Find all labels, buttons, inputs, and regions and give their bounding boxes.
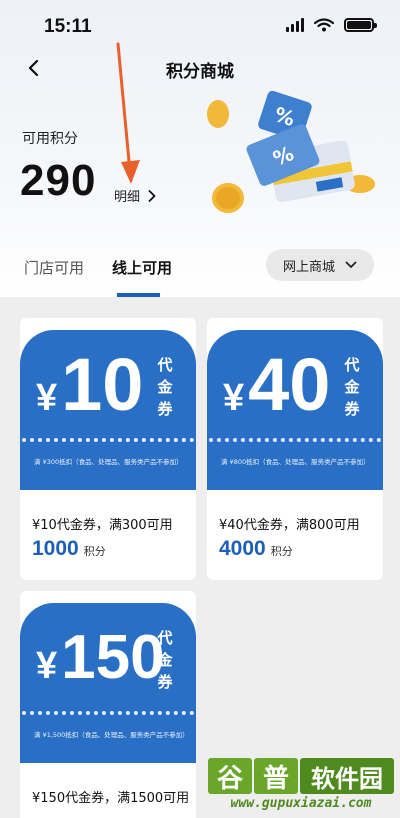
coupon-divider xyxy=(22,711,194,717)
points-detail-link[interactable]: 明细 xyxy=(114,186,156,205)
coupon-amount: 40 xyxy=(248,343,331,426)
coupon-note: 满 ¥1,500抵扣（食品、处理品、服务类产品不参加） xyxy=(34,731,189,739)
coupon-card[interactable]: ¥ 10 代金券 满 ¥300抵扣（食品、处理品、服务类产品不参加） ¥10代金… xyxy=(20,318,196,580)
mall-filter-label: 网上商城 xyxy=(282,259,335,275)
coupon-name: ¥150代金券，满1500可用 xyxy=(32,791,190,806)
coupon-amount: 10 xyxy=(61,343,144,426)
coupon-divider xyxy=(209,438,381,444)
tab-store-available[interactable]: 门店可用 xyxy=(24,257,84,278)
page-title: 积分商城 xyxy=(166,62,234,82)
active-tab-indicator xyxy=(117,293,160,297)
coupon-currency: ¥ xyxy=(223,377,245,419)
tab-online-available[interactable]: 线上可用 xyxy=(112,257,172,278)
coupon-price: 4000 积分 xyxy=(219,537,293,561)
coupon-price: 1000 积分 xyxy=(32,537,106,561)
coupon-name: ¥40代金券，满800可用 xyxy=(219,518,360,533)
coupon-type-text: 代金券 xyxy=(157,356,173,418)
points-label: 可用积分 xyxy=(22,131,78,147)
watermark-char: 软件园 xyxy=(300,758,394,794)
coupon-price-value: 1000 xyxy=(32,537,79,560)
coupon-note: 满 ¥800抵扣（食品、处理品、服务类产品不参加） xyxy=(221,458,370,466)
coupon-card[interactable]: ¥ 150 代金券 满 ¥1,500抵扣（食品、处理品、服务类产品不参加） ¥1… xyxy=(20,591,196,818)
coupon-type-text: 代金券 xyxy=(157,629,173,691)
battery-icon xyxy=(344,18,377,32)
coupon-name: ¥10代金券，满300可用 xyxy=(32,518,173,533)
coupon-price-value: 4000 xyxy=(219,537,266,560)
watermark-char: 普 xyxy=(254,758,298,794)
signal-icon xyxy=(286,18,304,32)
coupon-ticket: ¥ 150 代金券 满 ¥1,500抵扣（食品、处理品、服务类产品不参加） xyxy=(20,603,196,763)
coupon-ticket: ¥ 40 代金券 满 ¥800抵扣（食品、处理品、服务类产品不参加） xyxy=(207,330,383,490)
coupon-amount: 150 xyxy=(61,623,165,692)
coupon-price-unit: 积分 xyxy=(270,545,293,558)
coupon-currency: ¥ xyxy=(36,645,58,687)
coupon-ticket: ¥ 10 代金券 满 ¥300抵扣（食品、处理品、服务类产品不参加） xyxy=(20,330,196,490)
coupon-type-text: 代金券 xyxy=(344,356,360,418)
coupon-divider xyxy=(22,438,194,444)
status-bar: 15:11 xyxy=(0,0,400,50)
coupon-illustration: % % xyxy=(207,90,375,213)
detail-label: 明细 xyxy=(114,190,141,205)
wifi-icon xyxy=(314,18,334,32)
site-watermark: 谷 普 软件园 www.gupuxiazai.com xyxy=(208,758,394,814)
coupon-note: 满 ¥300抵扣（食品、处理品、服务类产品不参加） xyxy=(34,458,183,466)
points-value: 290 xyxy=(20,156,97,205)
mall-filter-dropdown[interactable]: 网上商城 xyxy=(266,249,374,281)
coupon-card[interactable]: ¥ 40 代金券 满 ¥800抵扣（食品、处理品、服务类产品不参加） ¥40代金… xyxy=(207,318,383,580)
coupon-price-unit: 积分 xyxy=(83,545,106,558)
status-icons xyxy=(286,18,377,32)
status-time: 15:11 xyxy=(44,16,92,37)
coupon-currency: ¥ xyxy=(36,377,58,419)
watermark-url: www.gupuxiazai.com xyxy=(230,796,372,811)
watermark-char: 谷 xyxy=(208,758,252,794)
chevron-down-icon xyxy=(345,261,357,268)
chevron-right-icon xyxy=(148,189,156,202)
